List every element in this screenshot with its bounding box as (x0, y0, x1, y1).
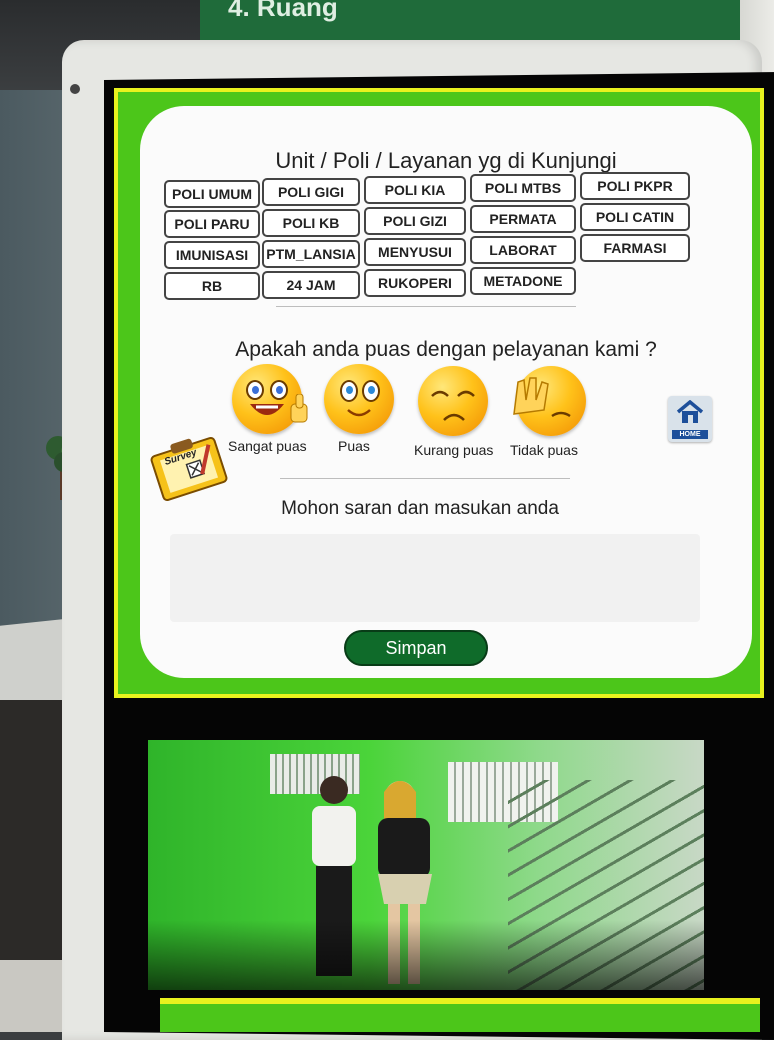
divider (276, 306, 576, 307)
feedback-textarea[interactable] (170, 534, 700, 622)
camera-icon (70, 84, 80, 94)
unit-button-poli-kia[interactable]: POLI KIA (364, 176, 466, 204)
video-shadow (148, 920, 704, 990)
survey-card: Unit / Poli / Layanan yg di Kunjungi POL… (140, 106, 752, 678)
unit-button-24-jam[interactable]: 24 JAM (262, 271, 360, 299)
divider (280, 478, 570, 479)
unit-button-poli-paru[interactable]: POLI PARU (164, 210, 260, 238)
save-button[interactable]: Simpan (344, 630, 488, 666)
feedback-prompt: Mohon saran dan masukan anda (281, 498, 559, 519)
survey-clipboard-icon: Survey (144, 434, 234, 504)
unit-button-permata[interactable]: PERMATA (470, 205, 576, 233)
unit-button-poli-gizi[interactable]: POLI GIZI (364, 207, 466, 235)
unit-button-metadone[interactable]: METADONE (470, 267, 576, 295)
happy-face-icon[interactable] (324, 364, 394, 434)
rating-label-tidak-puas: Tidak puas (510, 442, 578, 458)
unit-button-laborat[interactable]: LABORAT (470, 236, 576, 264)
rating-label-kurang-puas: Kurang puas (414, 442, 494, 458)
satisfaction-question: Apakah anda puas dengan pelayanan kami ? (235, 338, 657, 361)
unit-button-poli-pkpr[interactable]: POLI PKPR (580, 172, 690, 200)
unit-button-poli-gigi[interactable]: POLI GIGI (262, 178, 360, 206)
unit-button-imunisasi[interactable]: IMUNISASI (164, 241, 260, 269)
home-icon (676, 400, 704, 423)
rating-label-sangat-puas: Sangat puas (228, 438, 307, 454)
unit-button-poli-kb[interactable]: POLI KB (262, 209, 360, 237)
sad-face-icon[interactable] (418, 366, 488, 436)
unit-button-rukoperi[interactable]: RUKOPERI (364, 269, 466, 297)
rating-label-puas: Puas (338, 438, 370, 454)
unit-button-ptm-lansia[interactable]: PTM_LANSIA (262, 240, 360, 268)
unit-button-farmasi[interactable]: FARMASI (580, 234, 690, 262)
unit-button-poli-mtbs[interactable]: POLI MTBS (470, 174, 576, 202)
unit-title: Unit / Poli / Layanan yg di Kunjungi (275, 148, 617, 173)
unit-button-menyusui[interactable]: MENYUSUI (364, 238, 466, 266)
video-top-bar (114, 700, 762, 738)
home-button[interactable]: HOME (668, 396, 712, 442)
facepalm-face-icon[interactable] (513, 366, 586, 436)
very-happy-face-icon[interactable] (232, 364, 308, 434)
unit-button-poli-umum[interactable]: POLI UMUM (164, 180, 260, 208)
home-label: HOME (672, 430, 708, 439)
unit-button-rb[interactable]: RB (164, 272, 260, 300)
promo-video (148, 740, 704, 990)
unit-button-poli-catin[interactable]: POLI CATIN (580, 203, 690, 231)
screen-green-strip (160, 1004, 760, 1032)
survey-app: Unit / Poli / Layanan yg di Kunjungi POL… (114, 88, 764, 698)
